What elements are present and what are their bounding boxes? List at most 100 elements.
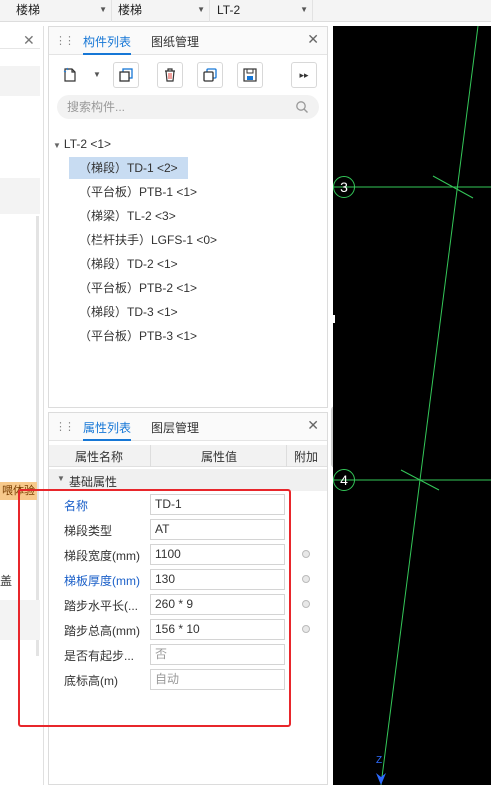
- top-toolbar: 楼梯 ▼ 楼梯 ▼ LT-2 ▼: [0, 0, 491, 22]
- property-row: 梯段类型 AT: [49, 517, 327, 542]
- tree-item[interactable]: （平台板）PTB-3 <1>: [69, 325, 207, 347]
- property-value-field[interactable]: 1100: [150, 544, 285, 565]
- panel-section: [0, 66, 40, 96]
- floor-type-dropdown[interactable]: 楼梯 ▼: [12, 0, 112, 22]
- experience-tag[interactable]: 喂体验: [0, 482, 37, 500]
- property-name: 梯段宽度(mm): [64, 549, 140, 563]
- panel-section: [0, 178, 40, 214]
- close-icon[interactable]: ✕: [23, 32, 35, 49]
- tree-item[interactable]: （梯梁）TL-2 <3>: [69, 205, 186, 227]
- property-row: 踏步总高(mm) 156 * 10: [49, 617, 327, 642]
- new-component-button[interactable]: [57, 62, 83, 88]
- double-chevron-right-icon: ▸▸: [299, 69, 309, 80]
- group-label: 基础属性: [69, 475, 118, 489]
- delete-button[interactable]: [157, 62, 183, 88]
- property-value-field[interactable]: 否: [150, 644, 285, 665]
- panel-section: [0, 600, 40, 640]
- divider: [150, 445, 151, 467]
- tab-property-list[interactable]: 属性列表: [83, 419, 132, 441]
- drag-handle-icon[interactable]: ⋮⋮: [55, 34, 75, 47]
- save-icon: [243, 68, 257, 82]
- property-value-field[interactable]: 156 * 10: [150, 619, 285, 640]
- tree-item[interactable]: （平台板）PTB-1 <1>: [69, 181, 207, 203]
- column-header-extra: 附加: [294, 450, 319, 464]
- search-icon[interactable]: [295, 100, 309, 114]
- property-row: 梯板厚度(mm) 130: [49, 567, 327, 592]
- property-table-header: 属性名称 属性值 附加: [49, 445, 327, 467]
- extra-checkbox[interactable]: [302, 600, 310, 608]
- property-value-field[interactable]: 自动: [150, 669, 285, 690]
- tree-root[interactable]: ▼ LT-2 <1>: [53, 134, 111, 154]
- tab-component-list[interactable]: 构件列表: [83, 33, 132, 55]
- property-name: 名称: [64, 499, 89, 513]
- drawing-canvas[interactable]: 3 4 Z: [333, 26, 491, 785]
- duplicate-icon: [203, 68, 217, 82]
- panel-header: ⋮⋮ 构件列表 图纸管理 ✕: [49, 27, 327, 55]
- extra-checkbox[interactable]: [302, 625, 310, 633]
- tree-item[interactable]: （梯段）TD-1 <2>: [69, 157, 188, 179]
- duplicate-to-floor-button[interactable]: [197, 62, 223, 88]
- divider: [0, 48, 40, 49]
- property-name: 梯段类型: [64, 524, 113, 538]
- extra-checkbox[interactable]: [302, 575, 310, 583]
- component-dropdown[interactable]: LT-2 ▼: [213, 0, 313, 22]
- extra-checkbox[interactable]: [302, 550, 310, 558]
- divider: [286, 445, 287, 467]
- column-header-name: 属性名称: [75, 450, 124, 464]
- property-list-panel: ⋮⋮ 属性列表 图层管理 ✕ 属性名称 属性值 附加 ▼ 基础属性 名称 TD-1…: [48, 412, 328, 785]
- canvas-marker: [333, 315, 335, 323]
- chevron-down-icon[interactable]: ▼: [93, 70, 101, 79]
- grid-lines: [333, 26, 491, 785]
- copy-icon: [119, 68, 133, 82]
- scrollbar[interactable]: [36, 216, 39, 656]
- search-input[interactable]: [67, 99, 287, 115]
- copy-button[interactable]: [113, 62, 139, 88]
- category-dropdown[interactable]: 楼梯 ▼: [114, 0, 210, 22]
- property-name: 底标高(m): [64, 674, 118, 688]
- chevron-down-icon: ▼: [300, 5, 308, 14]
- component-value: LT-2: [217, 3, 241, 17]
- tree-item[interactable]: （梯段）TD-3 <1>: [69, 301, 188, 323]
- caret-down-icon[interactable]: ▼: [57, 474, 65, 483]
- property-name: 梯板厚度(mm): [64, 574, 140, 588]
- category-value: 楼梯: [118, 3, 143, 17]
- floor-type-value: 楼梯: [16, 3, 41, 17]
- trash-icon: [165, 68, 175, 82]
- property-row: 是否有起步... 否: [49, 642, 327, 667]
- drag-handle-icon[interactable]: ⋮⋮: [55, 420, 75, 433]
- more-button[interactable]: ▸▸: [291, 62, 317, 88]
- axis-label-3: 3: [333, 176, 355, 198]
- property-name: 踏步总高(mm): [64, 624, 140, 638]
- property-row: 名称 TD-1: [49, 492, 327, 517]
- property-value-field[interactable]: 260 * 9: [150, 594, 285, 615]
- property-name: 踏步水平长(...: [64, 599, 138, 613]
- property-row: 梯段宽度(mm) 1100: [49, 542, 327, 567]
- property-value-field[interactable]: 130: [150, 569, 285, 590]
- search-box: [57, 95, 319, 119]
- property-group-basic[interactable]: ▼ 基础属性: [49, 469, 327, 491]
- column-header-value: 属性值: [201, 450, 238, 464]
- chevron-down-icon: ▼: [197, 5, 205, 14]
- tree-item[interactable]: （平台板）PTB-2 <1>: [69, 277, 207, 299]
- left-side-panel: ✕ 喂体验 盖: [0, 26, 44, 785]
- component-toolbar: ▼ ▸▸: [57, 62, 321, 88]
- new-file-icon: [63, 67, 76, 82]
- axis-label-4: 4: [333, 469, 355, 491]
- axis-z-label: Z: [376, 755, 383, 766]
- property-row: 踏步水平长(... 260 * 9: [49, 592, 327, 617]
- tab-drawing-management[interactable]: 图纸管理: [151, 33, 199, 53]
- chevron-down-icon: ▼: [99, 5, 107, 14]
- close-icon[interactable]: ✕: [307, 31, 319, 48]
- property-value-field[interactable]: AT: [150, 519, 285, 540]
- close-icon[interactable]: ✕: [307, 417, 319, 434]
- tab-layer-management[interactable]: 图层管理: [151, 419, 199, 439]
- tree-item[interactable]: （梯段）TD-2 <1>: [69, 253, 188, 275]
- origin-arrow-icon: [376, 773, 386, 785]
- property-name: 是否有起步...: [64, 649, 135, 663]
- tree-root-label: LT-2 <1>: [63, 137, 112, 151]
- tree-item[interactable]: （栏杆扶手）LGFS-1 <0>: [69, 229, 227, 251]
- caret-down-icon[interactable]: ▼: [53, 141, 61, 150]
- property-value-field[interactable]: TD-1: [150, 494, 285, 515]
- grid-axis-vertical: [380, 26, 479, 785]
- save-template-button[interactable]: [237, 62, 263, 88]
